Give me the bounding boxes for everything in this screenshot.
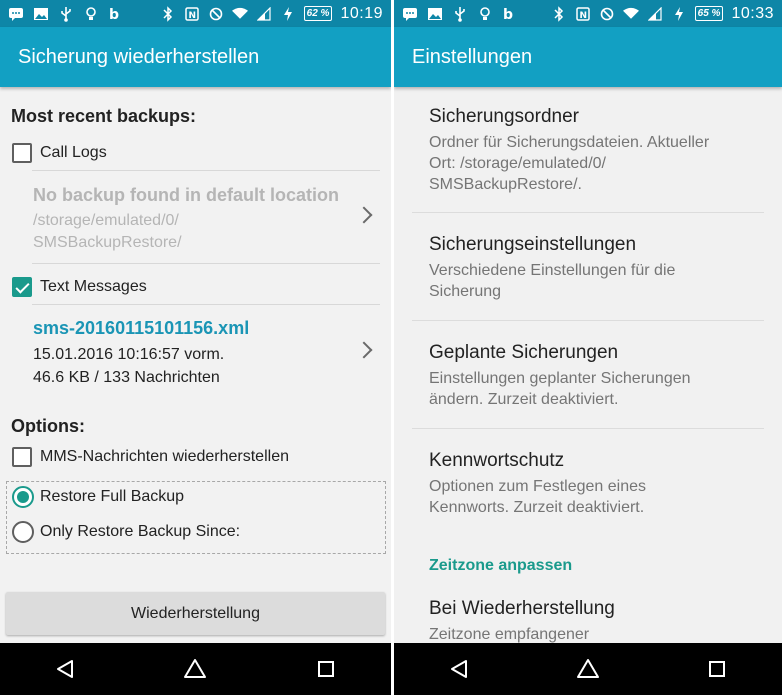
usb-icon <box>452 6 468 22</box>
bluetooth-icon <box>160 5 176 22</box>
app-icon: b <box>108 6 124 22</box>
setting-summary: Optionen zum Festlegen eines <box>429 478 647 495</box>
divider <box>32 170 380 171</box>
charging-icon <box>671 6 687 22</box>
back-icon[interactable] <box>41 649 89 689</box>
app-title: Sicherung wiederherstellen <box>0 27 391 87</box>
setting-summary: Ort: /storage/emulated/0/ <box>429 155 606 172</box>
setting-summary: Zeitzone empfangener <box>429 626 590 643</box>
wifi-icon <box>231 6 248 22</box>
restore-button[interactable]: Wiederherstellung <box>6 592 385 635</box>
clock: 10:33 <box>731 4 774 22</box>
status-bar: b N 62 % 10:19 <box>0 0 391 27</box>
back-icon[interactable] <box>435 649 483 689</box>
no-backup-message: No backup found in default location <box>33 185 339 205</box>
message-icon <box>8 6 24 22</box>
setting-summary: ändern. Zurzeit deaktiviert. <box>429 391 619 408</box>
backup-filename: sms-20160115101156.xml <box>33 318 250 338</box>
signal-icon <box>647 6 663 22</box>
recent-backups-heading: Most recent backups: <box>11 106 197 126</box>
divider <box>32 304 380 305</box>
navigation-bar <box>0 643 391 695</box>
svg-text:b: b <box>109 7 119 22</box>
restore-full-radio[interactable] <box>12 486 34 508</box>
settings-title: Einstellungen <box>394 27 782 87</box>
setting-title: Sicherungsordner <box>429 106 579 127</box>
setting-summary: Ordner für Sicherungsdateien. Aktueller <box>429 134 710 151</box>
setting-title: Sicherungseinstellungen <box>429 234 637 255</box>
setting-backup-settings[interactable]: Sicherungseinstellungen Verschiedene Ein… <box>429 234 749 302</box>
chevron-right-icon <box>358 206 372 226</box>
setting-scheduled-backups[interactable]: Geplante Sicherungen Einstellungen gepla… <box>429 342 749 410</box>
bulb-icon <box>477 6 493 22</box>
restore-since-label: Only Restore Backup Since: <box>40 523 241 540</box>
home-icon[interactable] <box>171 649 219 689</box>
call-logs-checkbox[interactable] <box>12 143 32 163</box>
call-logs-label: Call Logs <box>40 144 107 161</box>
setting-summary: Kennworts. Zurzeit deaktiviert. <box>429 499 645 516</box>
recents-icon[interactable] <box>693 649 741 689</box>
text-messages-label: Text Messages <box>40 278 147 295</box>
dnd-icon <box>599 6 615 22</box>
setting-password-protection[interactable]: Kennwortschutz Optionen zum Festlegen ei… <box>429 450 749 518</box>
image-icon <box>427 6 443 22</box>
svg-text:N: N <box>579 11 587 21</box>
usb-icon <box>58 6 74 22</box>
recents-icon[interactable] <box>302 649 350 689</box>
left-screen: b N 62 % 10:19 Sicherung wiederherstelle… <box>0 0 391 695</box>
restore-full-label: Restore Full Backup <box>40 488 185 505</box>
backup-path-line2: SMSBackupRestore/ <box>33 234 182 251</box>
restore-since-radio[interactable] <box>12 521 34 543</box>
setting-title: Bei Wiederherstellung <box>429 598 615 619</box>
clock: 10:19 <box>340 4 383 22</box>
navigation-bar <box>394 643 782 695</box>
right-screen: b N 65 % 10:33 Einstellungen Sicherungso… <box>394 0 782 695</box>
signal-icon <box>256 6 272 22</box>
battery-indicator: 62 % <box>303 6 333 21</box>
mms-label: MMS-Nachrichten wiederherstellen <box>40 448 289 465</box>
app-icon: b <box>502 6 518 22</box>
nfc-icon: N <box>575 6 591 22</box>
setting-title: Geplante Sicherungen <box>429 342 619 363</box>
backup-size: 46.6 KB / 133 Nachrichten <box>33 369 220 386</box>
status-bar: b N 65 % 10:33 <box>394 0 782 27</box>
setting-summary: Sicherung <box>429 283 502 300</box>
bluetooth-icon <box>551 5 567 22</box>
message-icon <box>402 6 418 22</box>
setting-on-restore[interactable]: Bei Wiederherstellung Zeitzone empfangen… <box>429 598 749 645</box>
backup-date: 15.01.2016 10:16:57 vorm. <box>33 346 225 363</box>
divider <box>412 320 764 321</box>
divider <box>412 212 764 213</box>
setting-title: Kennwortschutz <box>429 450 565 471</box>
nfc-icon: N <box>184 6 200 22</box>
category-timezone: Zeitzone anpassen <box>429 557 573 574</box>
setting-summary: SMSBackupRestore/. <box>429 176 582 193</box>
backup-path-line1: /storage/emulated/0/ <box>33 212 179 229</box>
divider <box>32 263 380 264</box>
options-heading: Options: <box>11 416 85 436</box>
battery-indicator: 65 % <box>694 6 724 21</box>
mms-checkbox[interactable] <box>12 447 32 467</box>
svg-text:b: b <box>503 7 513 22</box>
bulb-icon <box>83 6 99 22</box>
dnd-icon <box>208 6 224 22</box>
divider <box>412 428 764 429</box>
setting-backup-folder[interactable]: Sicherungsordner Ordner für Sicherungsda… <box>429 106 749 195</box>
charging-icon <box>280 6 296 22</box>
text-messages-checkbox[interactable] <box>12 277 32 297</box>
home-icon[interactable] <box>564 649 612 689</box>
wifi-icon <box>622 6 639 22</box>
chevron-right-icon <box>358 341 372 361</box>
svg-text:N: N <box>188 11 196 21</box>
image-icon <box>33 6 49 22</box>
setting-summary: Einstellungen geplanter Sicherungen <box>429 370 691 387</box>
setting-summary: Verschiedene Einstellungen für die <box>429 262 676 279</box>
